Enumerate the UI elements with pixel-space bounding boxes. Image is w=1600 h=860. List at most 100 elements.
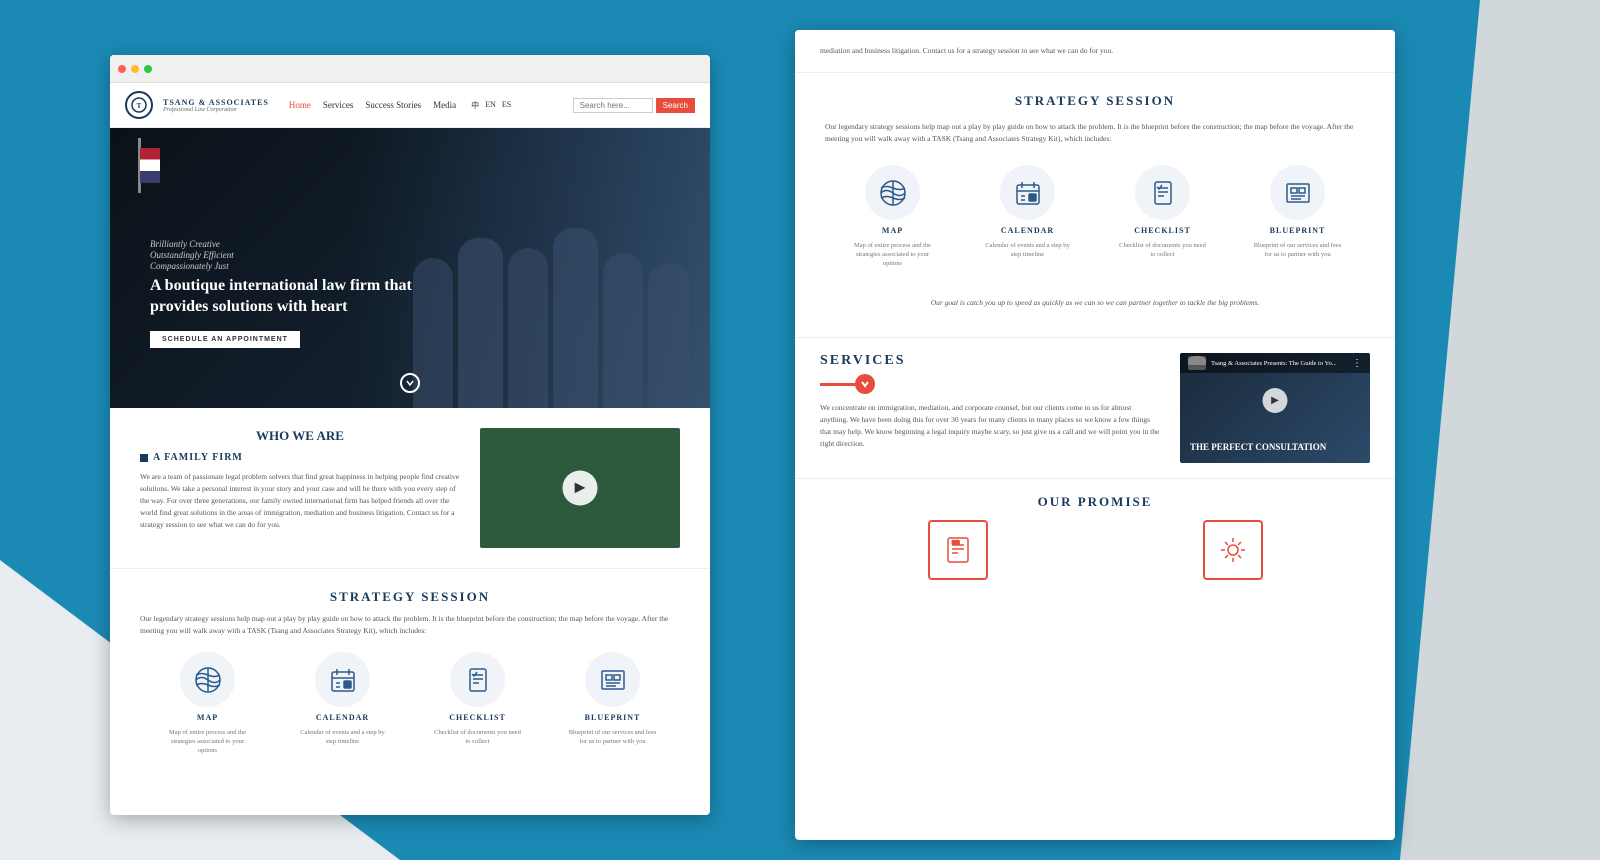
lang-zh[interactable]: 中 bbox=[471, 100, 479, 111]
person-silhouette-4 bbox=[553, 228, 598, 408]
promise-icons-row: 333 bbox=[820, 520, 1370, 580]
strategy-icon-checklist-left: CHECKLIST Checklist of documents you nee… bbox=[433, 652, 523, 755]
logo-icon: T bbox=[125, 91, 153, 119]
logo-text: TSANG & ASSOCIATES Professional Law Corp… bbox=[163, 98, 269, 113]
calendar-desc: Calendar of events and a step by step ti… bbox=[298, 728, 388, 746]
dot-yellow bbox=[131, 65, 139, 73]
services-video-thumbnail[interactable]: Tsang & Associates Presents: The Guide t… bbox=[1180, 353, 1370, 463]
services-section: SERVICES We concentrate on immigration, … bbox=[795, 337, 1395, 478]
browser-left: T TSANG & ASSOCIATES Professional Law Co… bbox=[110, 55, 710, 815]
checklist-label: CHECKLIST bbox=[449, 713, 506, 722]
calendar-label-right: CALENDAR bbox=[1001, 226, 1054, 235]
checklist-desc-right: Checklist of documents you need to colle… bbox=[1118, 241, 1208, 259]
services-body-text: We concentrate on immigration, mediation… bbox=[820, 402, 1160, 450]
dot-green bbox=[144, 65, 152, 73]
search-button[interactable]: Search bbox=[656, 98, 695, 113]
tagline-3: Compassionately Just bbox=[150, 261, 430, 271]
who-text: WHO WE ARE A FAMILY FIRM We are a team o… bbox=[140, 428, 460, 548]
calendar-label: CALENDAR bbox=[316, 713, 369, 722]
strategy-checklist-right: CHECKLIST Checklist of documents you nee… bbox=[1118, 165, 1208, 268]
search-box: Search bbox=[573, 98, 695, 113]
person-silhouette-2 bbox=[458, 238, 503, 408]
nav-media[interactable]: Media bbox=[433, 100, 456, 110]
strategy-icons-right: MAP Map of entire process and the strate… bbox=[825, 165, 1365, 268]
services-divider bbox=[820, 383, 855, 386]
person-silhouette-3 bbox=[508, 248, 548, 408]
right-top-text: mediation and business litigation. Conta… bbox=[820, 45, 1370, 57]
video-title-text: Tsang & Associates Presents: The Guide t… bbox=[1211, 360, 1337, 367]
strategy-map-right: MAP Map of entire process and the strate… bbox=[848, 165, 938, 268]
strategy-title-left: STRATEGY SESSION bbox=[140, 589, 680, 605]
map-desc: Map of entire process and the strategies… bbox=[163, 728, 253, 755]
search-input[interactable] bbox=[573, 98, 653, 113]
services-down-icon bbox=[855, 374, 875, 394]
who-we-are-section: WHO WE ARE A FAMILY FIRM We are a team o… bbox=[110, 408, 710, 568]
lang-en[interactable]: EN bbox=[485, 100, 496, 111]
strategy-section-right: STRATEGY SESSION Our legendary strategy … bbox=[795, 73, 1395, 337]
calendar-desc-right: Calendar of events and a step by step ti… bbox=[983, 241, 1073, 259]
blueprint-desc-right: Blueprint of our services and fees for u… bbox=[1253, 241, 1343, 259]
nav-lang: 中 EN ES bbox=[471, 100, 511, 111]
hero-taglines: Brilliantly Creative Outstandingly Effic… bbox=[150, 239, 430, 271]
calendar-circle-right bbox=[1000, 165, 1055, 220]
strategy-calendar-right: CALENDAR Calendar of events and a step b… bbox=[983, 165, 1073, 268]
blueprint-icon-circle bbox=[585, 652, 640, 707]
strategy-icons-left: MAP Map of entire process and the strate… bbox=[140, 652, 680, 755]
strategy-icon-blueprint-left: BLUEPRINT Blueprint of our services and … bbox=[568, 652, 658, 755]
lang-es[interactable]: ES bbox=[502, 100, 511, 111]
svg-text:T: T bbox=[137, 102, 142, 110]
who-subtitle-text: A FAMILY FIRM bbox=[153, 452, 243, 463]
services-text: SERVICES We concentrate on immigration, … bbox=[820, 353, 1160, 463]
strategy-icon-map-left: MAP Map of entire process and the strate… bbox=[163, 652, 253, 755]
tagline-2: Outstandingly Efficient bbox=[150, 250, 430, 260]
checklist-circle-right bbox=[1135, 165, 1190, 220]
checklist-icon-circle bbox=[450, 652, 505, 707]
browser-right: mediation and business litigation. Conta… bbox=[795, 30, 1395, 840]
scroll-down-arrow[interactable] bbox=[400, 373, 420, 393]
tagline-1: Brilliantly Creative bbox=[150, 239, 430, 249]
checklist-label-right: CHECKLIST bbox=[1134, 226, 1191, 235]
blueprint-desc: Blueprint of our services and fees for u… bbox=[568, 728, 658, 746]
promise-icon-2 bbox=[1203, 520, 1263, 580]
who-video-thumbnail[interactable]: ▶ bbox=[480, 428, 680, 548]
promise-section: OUR PROMISE 333 bbox=[795, 478, 1395, 595]
promise-icon-1: 333 bbox=[928, 520, 988, 580]
goal-text: Our goal is catch you up to speed as qui… bbox=[825, 288, 1365, 317]
strategy-title-right: STRATEGY SESSION bbox=[825, 93, 1365, 109]
flag-icon bbox=[140, 148, 160, 183]
hero-section: Brilliantly Creative Outstandingly Effic… bbox=[110, 128, 710, 408]
schedule-button[interactable]: SCHEDULE AN APPOINTMENT bbox=[150, 331, 300, 348]
nav-success[interactable]: Success Stories bbox=[365, 100, 421, 110]
nav-home[interactable]: Home bbox=[289, 100, 311, 110]
services-play-button[interactable]: ▶ bbox=[1263, 388, 1288, 413]
blueprint-label: BLUEPRINT bbox=[585, 713, 641, 722]
map-label: MAP bbox=[197, 713, 218, 722]
video-avatar bbox=[1188, 356, 1206, 370]
who-subtitle: A FAMILY FIRM bbox=[140, 452, 460, 463]
strategy-body-right: Our legendary strategy sessions help map… bbox=[825, 121, 1365, 145]
person-silhouette-6 bbox=[648, 263, 690, 408]
map-icon-circle bbox=[180, 652, 235, 707]
strategy-section-left: STRATEGY SESSION Our legendary strategy … bbox=[110, 568, 710, 775]
video-overlay-text: THE PERFECT CONSULTATION bbox=[1190, 442, 1326, 453]
calendar-icon-circle bbox=[315, 652, 370, 707]
hero-text: Brilliantly Creative Outstandingly Effic… bbox=[150, 239, 430, 348]
nav-services[interactable]: Services bbox=[323, 100, 354, 110]
who-body-text: We are a team of passionate legal proble… bbox=[140, 471, 460, 531]
who-title: WHO WE ARE bbox=[140, 428, 460, 444]
strategy-body-left: Our legendary strategy sessions help map… bbox=[140, 613, 680, 637]
services-title: SERVICES bbox=[820, 353, 1160, 369]
dot-red bbox=[118, 65, 126, 73]
nav-links: Home Services Success Stories Media bbox=[289, 100, 456, 110]
svg-text:333: 333 bbox=[952, 541, 960, 546]
blueprint-label-right: BLUEPRINT bbox=[1270, 226, 1326, 235]
checklist-desc: Checklist of documents you need to colle… bbox=[433, 728, 523, 746]
video-options-icon[interactable]: ⋮ bbox=[1352, 358, 1362, 369]
video-play-button[interactable]: ▶ bbox=[563, 471, 598, 506]
browser-bar-left bbox=[110, 55, 710, 83]
site-nav: T TSANG & ASSOCIATES Professional Law Co… bbox=[110, 83, 710, 128]
hero-title: A boutique international law firm that p… bbox=[150, 276, 430, 318]
map-circle-right bbox=[865, 165, 920, 220]
map-label-right: MAP bbox=[882, 226, 903, 235]
blue-square-icon bbox=[140, 454, 148, 462]
